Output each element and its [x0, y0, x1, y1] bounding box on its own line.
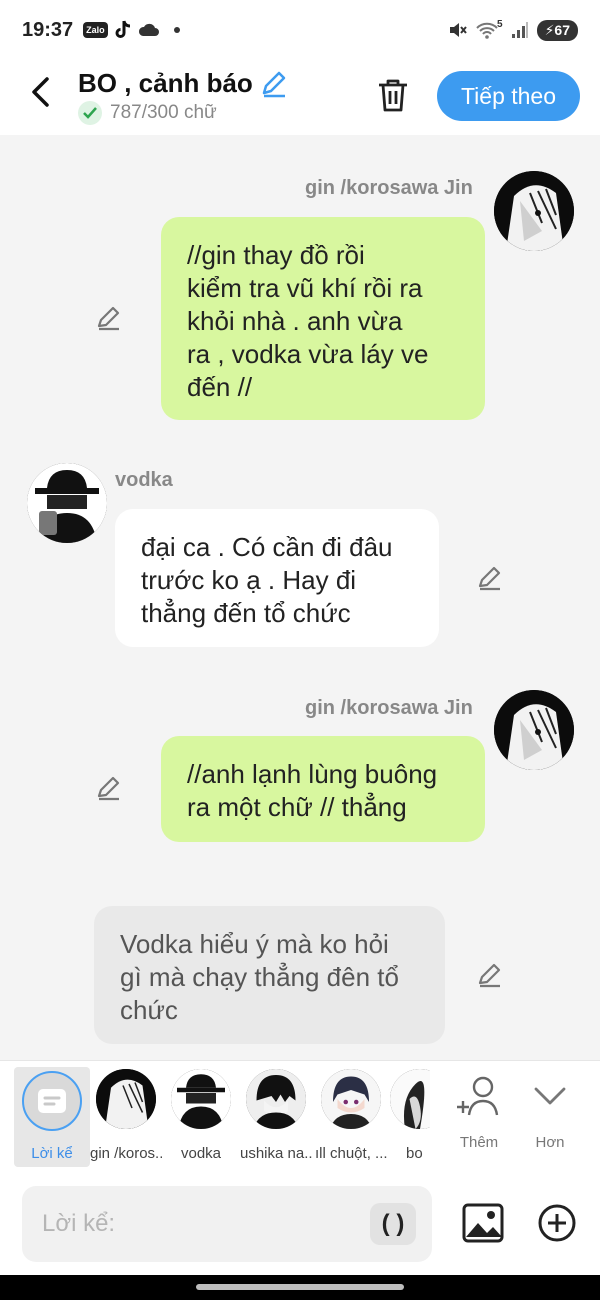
sender-name: gin /korosawa Jin — [305, 697, 473, 719]
avatar-gin[interactable] — [494, 690, 574, 770]
header: BO , cảnh báo 787/300 chữ Tiếp theo — [0, 60, 600, 135]
character-avatar — [246, 1069, 306, 1129]
cloud-icon — [138, 23, 159, 36]
message-bubble[interactable]: //gin thay đồ rồi kiểm tra vũ khí rồi ra… — [161, 217, 485, 420]
character-bar: Lời kể gin /koros.. vodka ushika na.. ıl… — [0, 1060, 600, 1175]
next-button[interactable]: Tiếp theo — [437, 71, 580, 121]
edit-message-icon[interactable] — [475, 563, 505, 593]
sender-name: gin /korosawa Jin — [305, 177, 473, 199]
back-arrow-icon — [32, 77, 49, 107]
message-bubble[interactable]: //anh lạnh lùng buông ra một chữ // thẳn… — [161, 736, 485, 842]
sim-label: 5 — [497, 18, 503, 30]
back-button[interactable] — [22, 74, 58, 110]
sender-name: vodka — [115, 469, 173, 491]
signal-icon — [511, 22, 528, 38]
character-item[interactable]: gin /koros.. — [90, 1069, 162, 1162]
input-area: ( ) — [0, 1175, 600, 1275]
tiktok-icon — [115, 20, 130, 38]
story-title: BO , cảnh báo — [78, 68, 253, 98]
zalo-icon: Zalo — [83, 22, 108, 38]
check-icon — [78, 101, 102, 125]
edit-title-icon[interactable] — [259, 69, 289, 99]
narration-icon — [22, 1071, 82, 1131]
character-item[interactable]: ushika na.. — [240, 1069, 312, 1162]
edit-message-icon[interactable] — [475, 960, 505, 990]
mute-icon — [450, 23, 467, 37]
navigation-bar — [0, 1275, 600, 1300]
home-indicator[interactable] — [196, 1284, 404, 1290]
trash-icon — [379, 79, 407, 112]
avatar-gin[interactable] — [494, 171, 574, 251]
character-avatar — [390, 1069, 430, 1129]
narration-selector[interactable]: Lời kể — [14, 1067, 90, 1167]
narration-label: Lời kể — [31, 1145, 73, 1162]
status-time: 19:37 — [22, 18, 74, 41]
avatar-vodka[interactable] — [27, 463, 107, 543]
image-button[interactable] — [461, 1201, 505, 1245]
add-button[interactable] — [537, 1203, 577, 1243]
parentheses-button[interactable]: ( ) — [370, 1203, 416, 1245]
wifi-icon — [476, 22, 498, 39]
character-avatar — [96, 1069, 156, 1129]
notification-dot — [173, 27, 180, 33]
add-character-button[interactable]: Thêm — [449, 1075, 509, 1151]
add-person-icon — [457, 1076, 499, 1116]
plus-circle-icon — [538, 1204, 576, 1242]
more-button[interactable]: Hơn — [520, 1075, 580, 1151]
character-avatar — [171, 1069, 231, 1129]
delete-button[interactable] — [374, 76, 412, 114]
chat-area[interactable]: gin /korosawa Jin //gin thay đồ rồi kiểm… — [0, 135, 600, 1060]
character-item[interactable]: bo — [390, 1069, 430, 1162]
character-item[interactable]: ıll chuột, ... — [315, 1069, 387, 1162]
narration-bubble[interactable]: Vodka hiểu ý mà ko hỏi gì mà chạy thẳng … — [94, 906, 445, 1044]
message-bubble[interactable]: đại ca . Có cần đi đâu trước ko ạ . Hay … — [115, 509, 439, 647]
edit-message-icon[interactable] — [94, 303, 124, 333]
edit-message-icon[interactable] — [94, 773, 124, 803]
character-avatar — [321, 1069, 381, 1129]
battery-indicator: ⚡67 — [536, 19, 578, 41]
char-count: 787/300 chữ — [110, 102, 217, 123]
image-icon — [462, 1203, 504, 1243]
character-item[interactable]: vodka — [165, 1069, 237, 1162]
chevron-down-icon — [534, 1087, 566, 1105]
status-bar: 19:37 Zalo 5 ⚡67 — [0, 0, 600, 60]
